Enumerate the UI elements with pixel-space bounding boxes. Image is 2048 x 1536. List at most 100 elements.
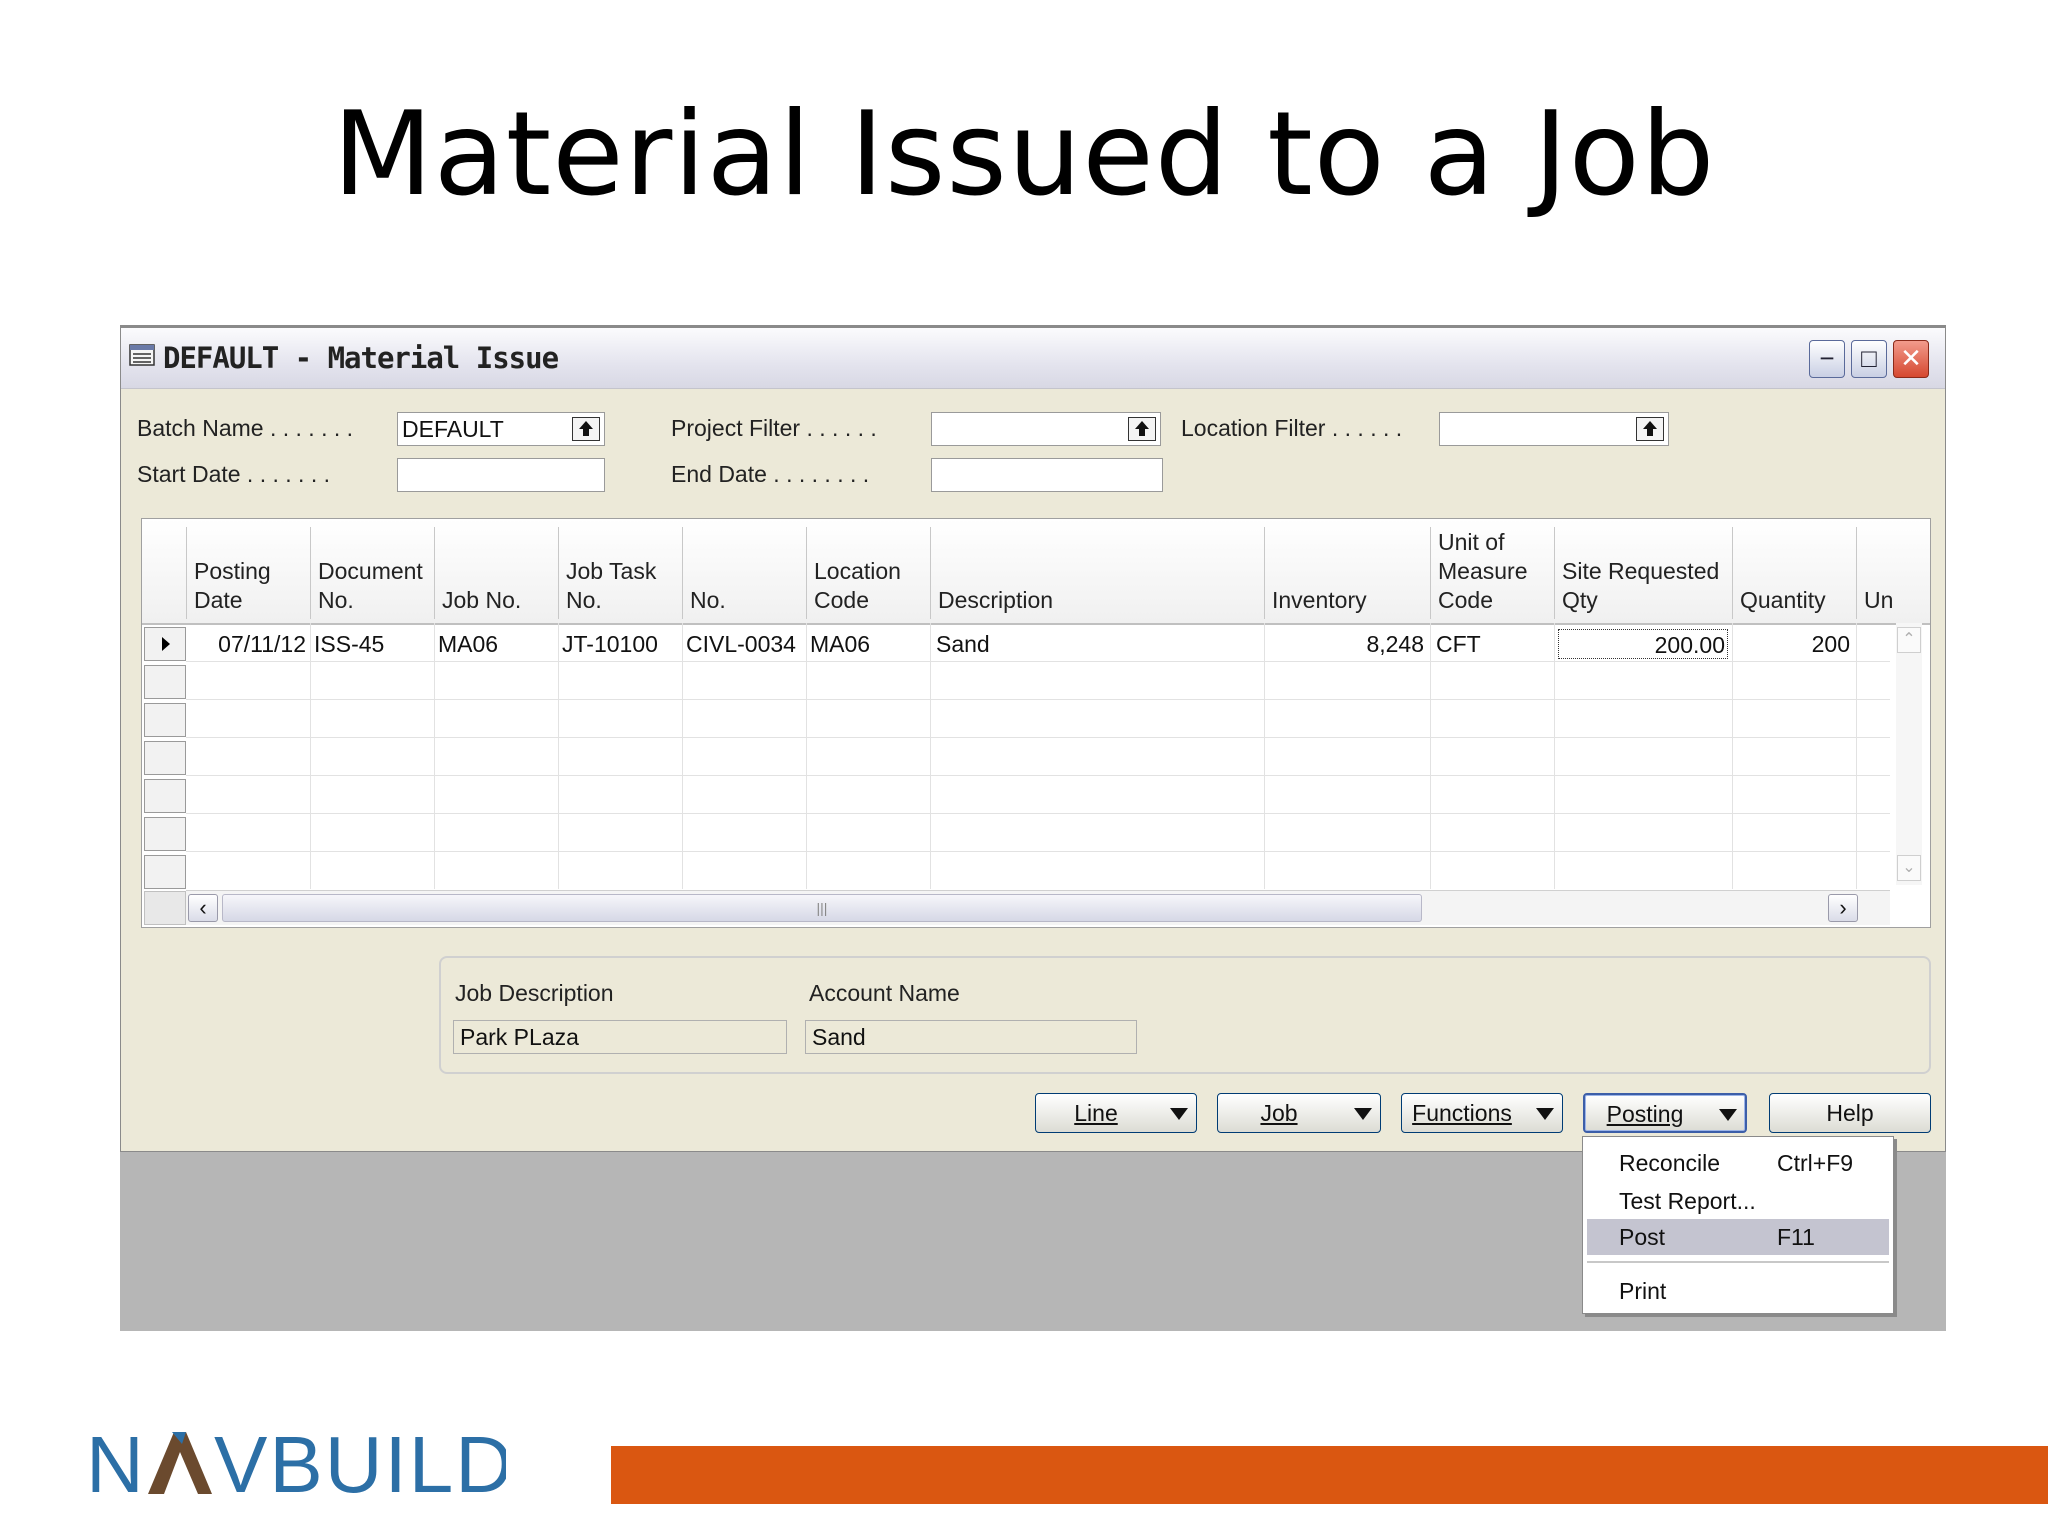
grid-line bbox=[310, 623, 311, 889]
header-line: Quantity bbox=[1740, 587, 1826, 613]
column-header-site-requested-qty[interactable]: Site Requested Qty bbox=[1554, 527, 1732, 619]
row-selector[interactable] bbox=[144, 779, 186, 813]
header-line: Location bbox=[814, 558, 901, 584]
horizontal-scroll-thumb[interactable]: ||| bbox=[222, 894, 1422, 922]
row-selector[interactable] bbox=[144, 817, 186, 851]
menu-item-shortcut: F11 bbox=[1777, 1224, 1815, 1250]
column-header-job-task-no[interactable]: Job Task No. bbox=[558, 527, 682, 619]
posting-button[interactable]: Posting bbox=[1583, 1093, 1747, 1133]
account-name-field: Sand bbox=[805, 1020, 1137, 1054]
grid-corner bbox=[144, 891, 186, 925]
header-line: No. bbox=[566, 587, 602, 613]
cell-posting-date[interactable]: 07/11/12 bbox=[186, 627, 306, 661]
menu-item-label: Reconcile bbox=[1619, 1150, 1720, 1176]
cell-quantity[interactable]: 200 bbox=[1732, 627, 1850, 661]
start-date-field[interactable] bbox=[397, 458, 605, 492]
help-button[interactable]: Help bbox=[1769, 1093, 1931, 1133]
functions-button[interactable]: Functions bbox=[1401, 1093, 1563, 1133]
close-button[interactable]: ✕ bbox=[1893, 340, 1929, 378]
batch-name-label: Batch Name . . . . . . . bbox=[137, 415, 354, 441]
cell-document-no[interactable]: ISS-45 bbox=[314, 627, 384, 661]
batch-name-field[interactable]: DEFAULT bbox=[397, 412, 605, 446]
column-header-no[interactable]: No. bbox=[682, 527, 806, 619]
cell-site-requested-qty[interactable]: 200.00 bbox=[1558, 629, 1728, 659]
grid-line bbox=[186, 737, 1890, 738]
svg-text:N: N bbox=[86, 1420, 146, 1508]
cell-uom-code[interactable]: CFT bbox=[1436, 627, 1481, 661]
functions-button-label: Functions bbox=[1412, 1100, 1512, 1126]
project-filter-lookup-button[interactable] bbox=[1128, 417, 1156, 441]
row-selector[interactable] bbox=[144, 855, 186, 889]
footer-accent-bar bbox=[611, 1446, 2048, 1504]
cell-job-no[interactable]: MA06 bbox=[438, 627, 498, 661]
menu-item-test-report[interactable]: Test Report... bbox=[1587, 1183, 1889, 1219]
end-date-field[interactable] bbox=[931, 458, 1163, 492]
column-header-job-no[interactable]: Job No. bbox=[434, 527, 558, 619]
row-selector[interactable] bbox=[144, 703, 186, 737]
horizontal-scrollbar[interactable]: ‹ ||| › bbox=[186, 890, 1890, 925]
window-titlebar[interactable]: DEFAULT - Material Issue − □ ✕ bbox=[121, 328, 1945, 389]
menu-separator bbox=[1587, 1261, 1889, 1263]
column-header-quantity[interactable]: Quantity bbox=[1732, 527, 1856, 619]
line-button-label: Line bbox=[1074, 1100, 1118, 1126]
job-button[interactable]: Job bbox=[1217, 1093, 1381, 1133]
material-issue-window: DEFAULT - Material Issue − □ ✕ Batch Nam… bbox=[120, 325, 1946, 1152]
cell-location-code[interactable]: MA06 bbox=[810, 627, 870, 661]
grid-line bbox=[1732, 623, 1733, 889]
dropdown-arrow-icon bbox=[1354, 1108, 1372, 1120]
maximize-button[interactable]: □ bbox=[1851, 340, 1887, 378]
row-selector[interactable] bbox=[144, 741, 186, 775]
journal-lines-grid[interactable]: Posting Date Document No. Job No. Job Ta… bbox=[141, 518, 1931, 928]
grid-line bbox=[186, 661, 1890, 662]
cell-item-no[interactable]: CIVL-0034 bbox=[686, 627, 796, 661]
header-line: Job No. bbox=[442, 587, 522, 613]
grid-line bbox=[186, 851, 1890, 852]
cell-job-task-no[interactable]: JT-10100 bbox=[562, 627, 658, 661]
header-line: Description bbox=[938, 587, 1054, 613]
menu-item-print[interactable]: Print bbox=[1587, 1273, 1889, 1309]
project-filter-label: Project Filter . . . . . . bbox=[671, 415, 877, 441]
column-header-document-no[interactable]: Document No. bbox=[310, 527, 434, 619]
menu-item-post[interactable]: Post F11 bbox=[1587, 1219, 1889, 1255]
header-line: Document bbox=[318, 558, 423, 584]
project-filter-field[interactable] bbox=[931, 412, 1161, 446]
grid-line bbox=[930, 623, 931, 889]
line-button[interactable]: Line bbox=[1035, 1093, 1197, 1133]
location-filter-lookup-button[interactable] bbox=[1636, 417, 1664, 441]
menu-item-reconcile[interactable]: Reconcile Ctrl+F9 bbox=[1587, 1145, 1889, 1181]
batch-name-value: DEFAULT bbox=[402, 416, 504, 442]
row-selector[interactable] bbox=[144, 665, 186, 699]
menu-item-shortcut: Ctrl+F9 bbox=[1777, 1150, 1854, 1176]
header-line: Posting bbox=[194, 558, 271, 584]
column-header-location-code[interactable]: Location Code bbox=[806, 527, 930, 619]
batch-name-lookup-button[interactable] bbox=[572, 417, 600, 441]
grid-header: Posting Date Document No. Job No. Job Ta… bbox=[142, 519, 1930, 625]
scroll-right-icon[interactable]: › bbox=[1828, 894, 1858, 922]
minimize-button[interactable]: − bbox=[1809, 340, 1845, 378]
vertical-scrollbar[interactable]: ⌃ ⌄ bbox=[1896, 623, 1922, 885]
column-header-description[interactable]: Description bbox=[930, 527, 1264, 619]
job-button-label: Job bbox=[1260, 1100, 1298, 1126]
svg-text:VBUILD: VBUILD bbox=[214, 1420, 506, 1508]
grid-line bbox=[186, 813, 1890, 814]
column-header-uom-code[interactable]: Unit of Measure Code bbox=[1430, 527, 1554, 619]
scroll-up-icon[interactable]: ⌃ bbox=[1897, 627, 1921, 653]
column-header-inventory[interactable]: Inventory bbox=[1264, 527, 1430, 619]
scroll-down-icon[interactable]: ⌄ bbox=[1897, 855, 1921, 881]
help-button-label: Help bbox=[1826, 1100, 1874, 1126]
location-filter-field[interactable] bbox=[1439, 412, 1669, 446]
job-info-panel: Job Description Park PLaza Account Name … bbox=[439, 956, 1931, 1074]
column-header-unit[interactable]: Un bbox=[1856, 527, 1930, 619]
cell-description[interactable]: Sand bbox=[936, 627, 990, 661]
window-form-icon bbox=[129, 344, 155, 366]
scroll-left-icon[interactable]: ‹ bbox=[188, 894, 218, 922]
column-header-posting-date[interactable]: Posting Date bbox=[186, 527, 310, 619]
cell-inventory[interactable]: 8,248 bbox=[1264, 627, 1424, 661]
row-selector-current[interactable] bbox=[144, 627, 186, 661]
slide-title: Material Issued to a Job bbox=[332, 87, 1716, 222]
header-line: Un bbox=[1864, 587, 1894, 613]
header-line: Inventory bbox=[1272, 587, 1367, 613]
lookup-arrow-icon bbox=[579, 421, 593, 436]
grid-line bbox=[186, 775, 1890, 776]
posting-menu: Reconcile Ctrl+F9 Test Report... Post F1… bbox=[1582, 1136, 1894, 1314]
